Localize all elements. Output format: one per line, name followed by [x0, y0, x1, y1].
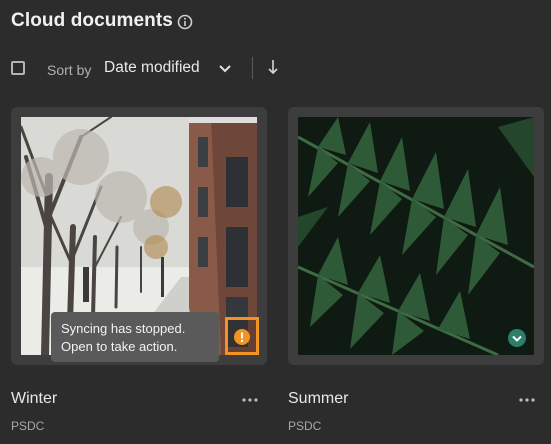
more-options-icon[interactable] [518, 397, 536, 403]
document-type-winter: PSDC [11, 419, 45, 433]
more-options-icon[interactable] [241, 397, 259, 403]
summer-thumbnail [298, 117, 534, 355]
sync-warning-tooltip: Syncing has stopped. Open to take action… [51, 312, 219, 362]
chevron-down-icon [219, 65, 231, 73]
select-all-checkbox[interactable] [11, 61, 25, 75]
info-icon[interactable] [177, 14, 193, 30]
sort-dropdown[interactable]: Date modified [104, 59, 231, 79]
tooltip-line-2: Open to take action. [61, 339, 178, 354]
document-card-summer[interactable] [288, 107, 544, 365]
sort-by-label: Sort by [47, 62, 92, 78]
sort-value: Date modified [104, 59, 200, 76]
document-type-summer: PSDC [288, 419, 322, 433]
sync-warning-button[interactable] [225, 317, 259, 355]
synced-check-icon [508, 329, 526, 347]
document-card-winter[interactable]: Syncing has stopped. Open to take action… [11, 107, 267, 365]
document-name-summer[interactable]: Summer [288, 390, 348, 408]
document-name-winter[interactable]: Winter [11, 390, 57, 408]
arrow-down-icon[interactable] [266, 58, 280, 76]
page-title: Cloud documents [11, 10, 173, 31]
divider [252, 57, 253, 79]
warning-icon [234, 329, 250, 345]
tooltip-line-1: Syncing has stopped. [61, 321, 186, 336]
toolbar: Sort by Date modified [0, 52, 551, 86]
